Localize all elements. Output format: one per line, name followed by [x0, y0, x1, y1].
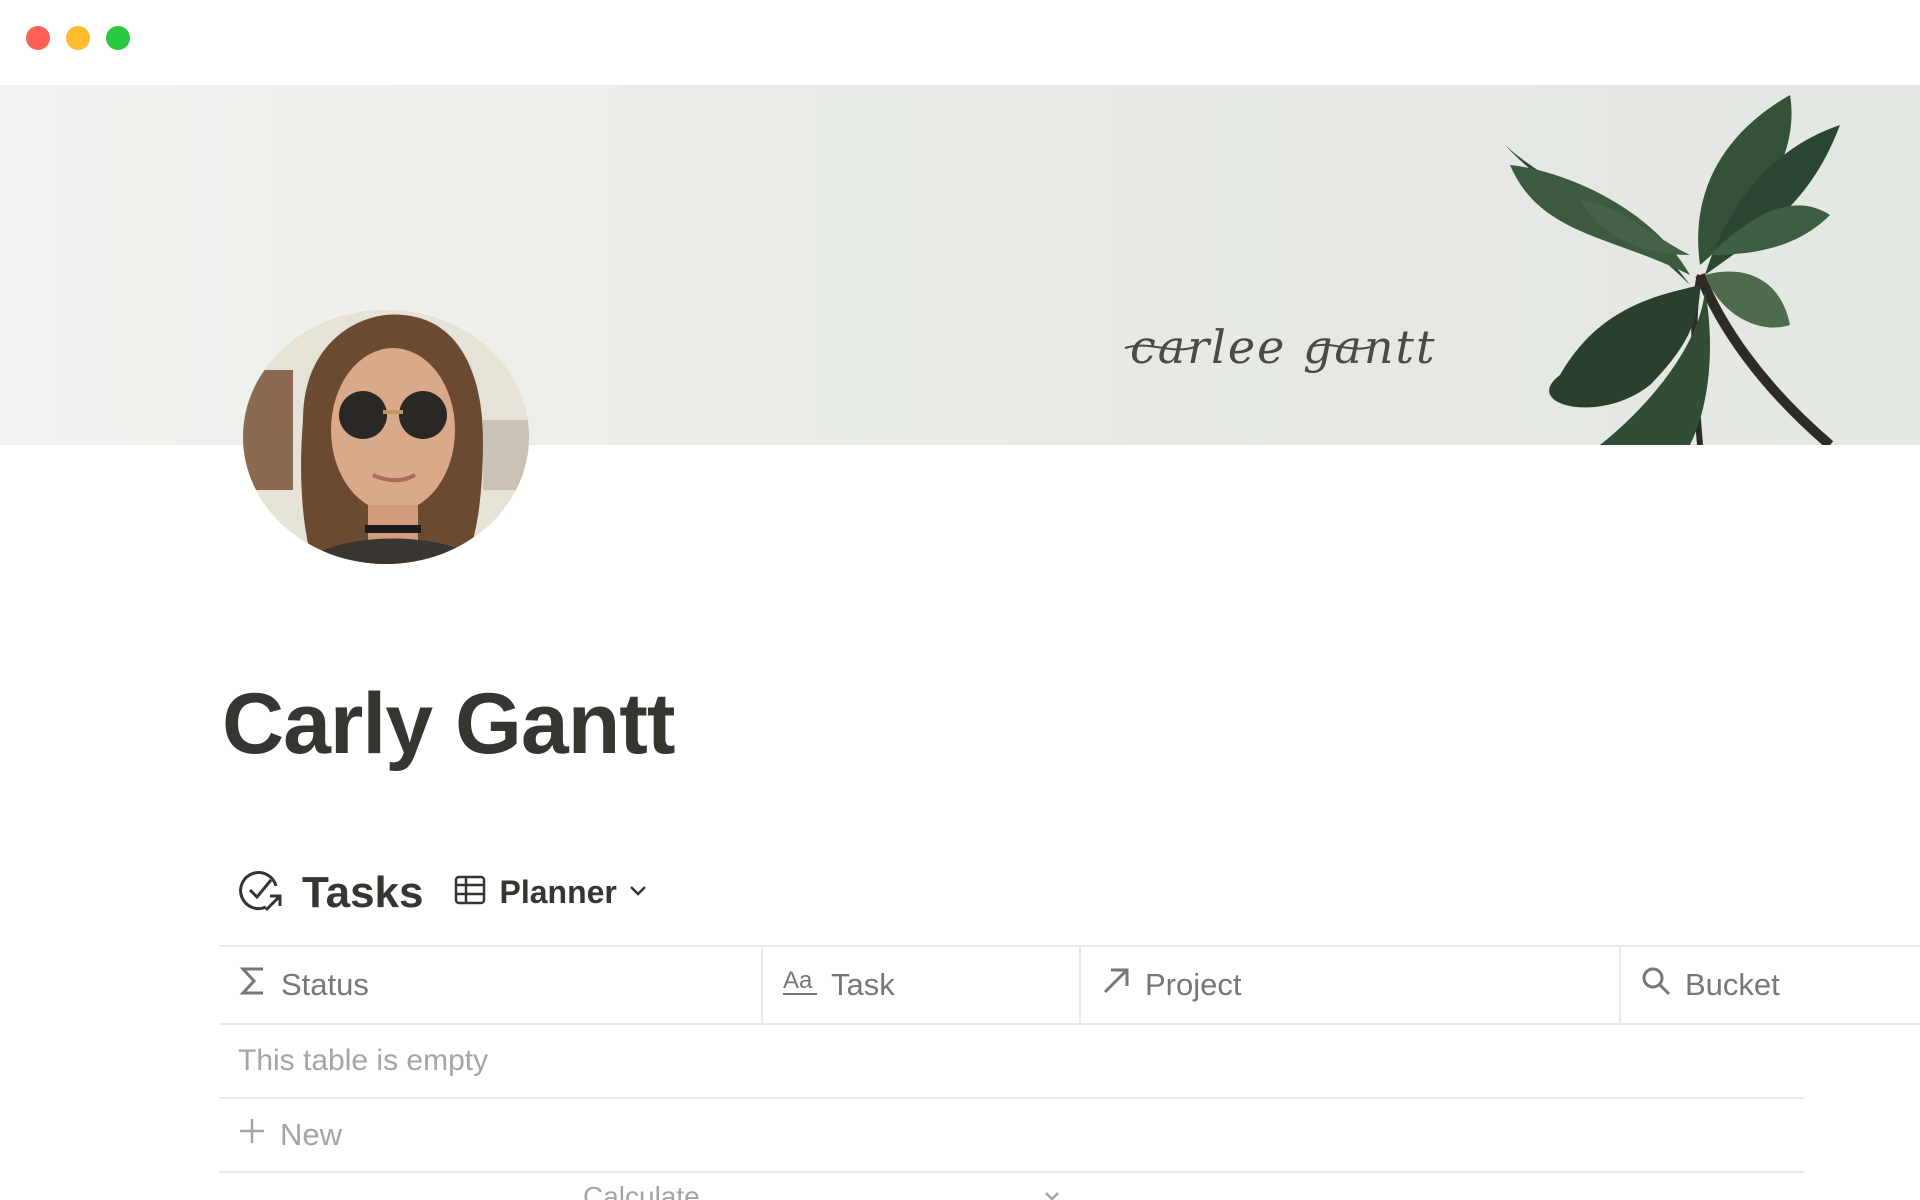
svg-text:Aa: Aa [783, 967, 813, 994]
database-title[interactable]: Tasks [302, 868, 424, 918]
page-icon-avatar[interactable] [243, 310, 529, 564]
search-icon [1641, 966, 1671, 1004]
add-new-row-button[interactable]: New [219, 1099, 1804, 1173]
column-header-task[interactable]: Aa Task [763, 947, 1081, 1023]
column-label: Status [281, 967, 369, 1002]
table-icon [454, 874, 486, 911]
chevron-down-icon[interactable] [1042, 1181, 1062, 1200]
column-header-status[interactable]: Status [219, 947, 763, 1023]
column-header-bucket[interactable]: Bucket [1621, 947, 1920, 1023]
maximize-window-button[interactable] [106, 26, 130, 50]
chevron-down-icon [627, 879, 649, 906]
avatar-portrait-icon [243, 310, 529, 564]
database-header: Tasks Planner [236, 866, 649, 919]
view-selector[interactable]: Planner [454, 874, 649, 911]
column-header-project[interactable]: Project [1081, 947, 1621, 1023]
cover-signature: carlee gantt [1130, 320, 1437, 374]
sigma-icon [239, 966, 267, 1004]
column-label: Project [1145, 967, 1242, 1002]
column-label: Task [831, 967, 895, 1002]
check-circle-arrow-icon [236, 866, 284, 919]
empty-table-message: This table is empty [219, 1025, 1804, 1099]
new-row-label: New [280, 1117, 343, 1152]
column-label: Bucket [1685, 967, 1780, 1002]
page-title[interactable]: Carly Gantt [222, 675, 676, 774]
plus-icon [238, 1117, 266, 1153]
calculate-row: Calculate [219, 1173, 1804, 1200]
text-aa-icon: Aa [783, 966, 817, 1004]
minimize-window-button[interactable] [66, 26, 90, 50]
close-window-button[interactable] [26, 26, 50, 50]
tasks-table: Status Aa Task Project Bucket This table… [219, 945, 1920, 1200]
arrow-up-right-icon [1101, 966, 1131, 1004]
window-controls [26, 26, 130, 50]
calculate-button[interactable]: Calculate [583, 1181, 700, 1200]
table-header-row: Status Aa Task Project Bucket [219, 945, 1920, 1025]
notion-window: carlee gantt Carly Gantt Tasks Planner S… [0, 0, 1920, 1200]
view-label: Planner [499, 874, 617, 910]
